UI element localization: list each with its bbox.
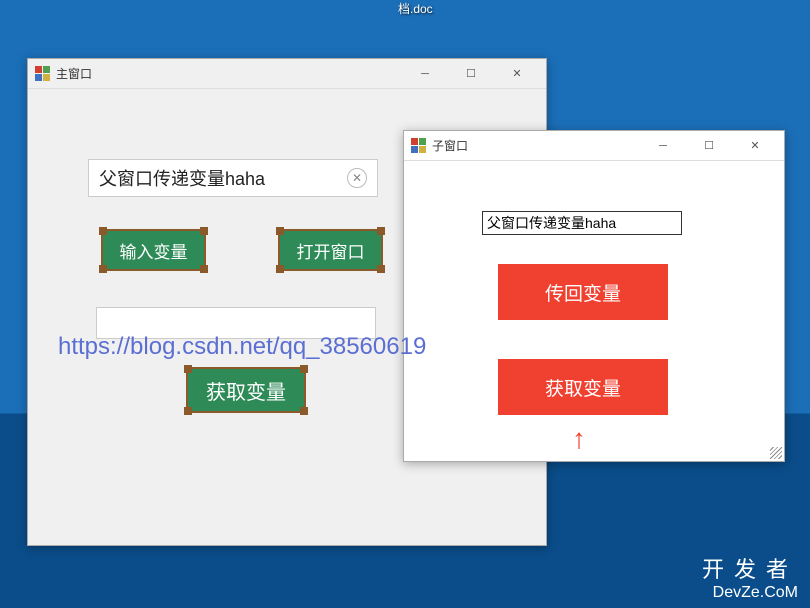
arrow-up-icon: ↑	[572, 423, 586, 455]
window-controls: ─ ☐ ✕	[402, 59, 540, 88]
return-variable-button[interactable]: 传回变量	[498, 264, 668, 320]
window-controls: ─ ☐ ✕	[640, 131, 778, 160]
child-get-variable-button[interactable]: 获取变量	[498, 359, 668, 415]
brand-logo: 开发者 DevZe.CoM	[702, 552, 798, 602]
child-textbox[interactable]	[482, 211, 682, 235]
desktop-file-icon[interactable]: 档.doc	[398, 0, 433, 17]
parent-window-title: 主窗口	[56, 65, 92, 82]
child-window-title: 子窗口	[432, 137, 468, 154]
maximize-button[interactable]: ☐	[448, 59, 494, 88]
app-icon	[34, 66, 50, 82]
child-titlebar[interactable]: 子窗口 ─ ☐ ✕	[404, 131, 784, 161]
maximize-button[interactable]: ☐	[686, 131, 732, 160]
resize-grip[interactable]	[770, 447, 782, 459]
child-client-area: 传回变量 获取变量 ↑	[404, 161, 784, 461]
app-icon	[410, 138, 426, 154]
parent-textbox-main[interactable]: 父窗口传递变量haha ✕	[88, 159, 378, 197]
child-window: 子窗口 ─ ☐ ✕ 传回变量 获取变量 ↑	[403, 130, 785, 462]
parent-textbox-value: 父窗口传递变量haha	[99, 165, 265, 191]
input-variable-button[interactable]: 输入变量	[101, 229, 206, 271]
clear-input-icon[interactable]: ✕	[347, 168, 367, 188]
minimize-button[interactable]: ─	[640, 131, 686, 160]
brand-cn: 开发者	[702, 552, 798, 584]
close-button[interactable]: ✕	[732, 131, 778, 160]
brand-en: DevZe.CoM	[702, 584, 798, 602]
get-variable-button[interactable]: 获取变量	[186, 367, 306, 413]
close-button[interactable]: ✕	[494, 59, 540, 88]
minimize-button[interactable]: ─	[402, 59, 448, 88]
parent-titlebar[interactable]: 主窗口 ─ ☐ ✕	[28, 59, 546, 89]
watermark-url: https://blog.csdn.net/qq_38560619	[58, 333, 426, 361]
open-window-button[interactable]: 打开窗口	[278, 229, 383, 271]
desktop-file-label: 档.doc	[398, 2, 433, 16]
